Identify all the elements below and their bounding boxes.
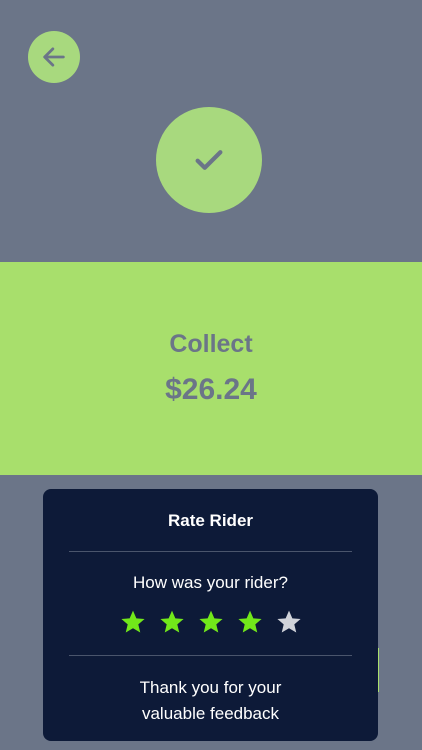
success-indicator [156, 107, 262, 213]
star-filled-icon[interactable] [159, 609, 185, 635]
star-empty-icon[interactable] [276, 609, 302, 635]
collect-amount: $26.24 [165, 373, 257, 406]
divider-top [69, 551, 352, 552]
rate-rider-card: Rate Rider How was your rider? Thank you… [43, 489, 378, 741]
star-filled-icon[interactable] [120, 609, 146, 635]
star-filled-icon[interactable] [198, 609, 224, 635]
rating-question: How was your rider? [133, 573, 288, 592]
thanks-line-1: Thank you for your [139, 678, 282, 697]
card-title: Rate Rider [167, 511, 254, 530]
thanks-line-2: valuable feedback [141, 704, 280, 723]
back-button[interactable] [28, 31, 80, 83]
collect-label: Collect [169, 330, 253, 358]
star-filled-icon[interactable] [237, 609, 263, 635]
checkmark-icon [195, 150, 223, 170]
arrow-left-icon [43, 47, 65, 67]
divider-bottom [69, 655, 352, 656]
star-rating[interactable] [43, 609, 378, 635]
thanks-message: Thank you for your valuable feedback [43, 675, 378, 727]
collect-panel [0, 262, 422, 475]
